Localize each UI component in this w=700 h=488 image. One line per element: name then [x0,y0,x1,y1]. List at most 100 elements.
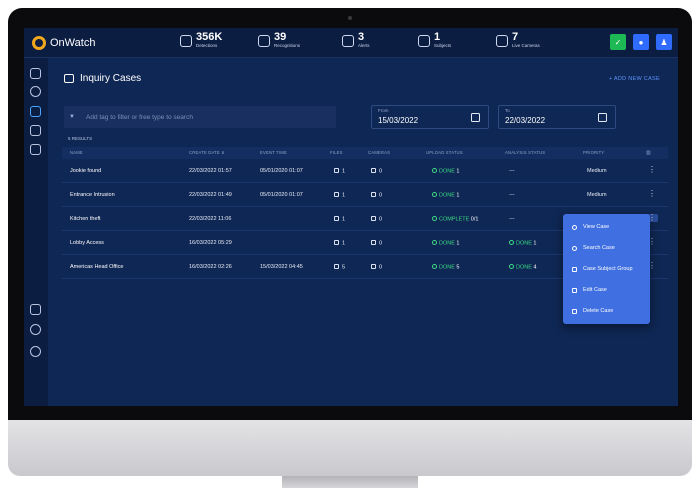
files-count: 1 [342,192,346,199]
date-to-label: To [505,108,510,113]
menu-item-view-case[interactable]: View Case [572,224,609,230]
logo-icon [32,36,46,50]
analysis-status: --- [509,216,515,222]
recognitions-icon [258,34,270,47]
date-from-field[interactable]: From 15/03/2022 [371,105,489,129]
inquiry-icon [64,74,74,83]
user-menu-button[interactable]: ♟ [656,34,672,50]
flag-icon [371,216,376,221]
edit-icon [572,287,577,293]
sidebar-item-watchlist[interactable] [30,125,41,136]
case-name: Entrance Intrusion [70,192,115,198]
notifications-button[interactable]: ● [633,34,649,50]
analysis-status: DONE [516,240,532,247]
stat-subjects[interactable]: 1 Subjects [418,32,451,49]
files-count: 1 [342,240,346,247]
date-to-value: 22/03/2022 [505,116,546,125]
sidebar-item-camera[interactable] [30,68,41,79]
sidebar [24,58,48,406]
case-name: Lobby Access [70,240,104,246]
upload-status: COMPLETE [439,216,470,223]
stat-alerts[interactable]: 3 Alerts [342,32,370,49]
analysis-count: 4 [533,264,537,271]
stat-detections[interactable]: 356K Detections [180,32,222,49]
files-count: 1 [342,168,346,175]
analysis-count: 1 [533,240,537,247]
table-row[interactable]: Entrance Intrusion 22/03/2022 01:49 05/0… [62,183,668,207]
alerts-icon [342,34,354,47]
column-header-event-time[interactable]: EVENT TIME [260,150,287,155]
column-header-cameras[interactable]: CAMERAS [368,150,390,155]
upload-count: 1 [456,168,460,175]
date-to-field[interactable]: To 22/03/2022 [498,105,616,129]
search-bar[interactable]: ▼ [64,106,336,128]
file-icon [334,168,339,173]
column-header-files[interactable]: FILES [330,150,343,155]
sidebar-item-settings[interactable] [30,346,41,357]
upload-count: 0/1 [470,216,479,223]
case-name: Kitchen theft [70,216,101,222]
top-bar: OnWatch 356K Detections 39 Recognitions 3A… [24,28,678,58]
monitor-chin [8,420,692,476]
upload-done-icon [432,192,437,197]
date-from-value: 15/03/2022 [378,116,419,125]
column-header-name[interactable]: NAME [70,150,83,155]
stat-recognitions[interactable]: 39 Recognitions [258,32,300,49]
file-icon [334,192,339,197]
menu-item-search-case[interactable]: Search Case [572,245,615,251]
analysis-status: DONE [516,264,532,271]
column-header-create-date[interactable]: CREATE DATE ⬇ [189,150,225,155]
upload-count: 1 [456,192,460,199]
flag-icon [371,192,376,197]
event-time: 15/03/2022 04:45 [260,264,303,270]
bell-icon: ● [638,37,644,47]
sidebar-item-video-wall[interactable] [30,304,41,315]
status-check-button[interactable]: ✓ [610,34,626,50]
analysis-done-icon [509,264,514,269]
file-icon [334,264,339,269]
user-icon: ♟ [660,37,668,47]
calendar-icon[interactable] [598,113,607,122]
status-check-icon: ✓ [614,37,622,47]
row-actions-button[interactable]: ⋮ [648,190,656,198]
sidebar-item-history[interactable] [30,324,41,335]
detections-icon [180,34,192,47]
menu-item-edit-case[interactable]: Edit Case [572,287,607,293]
priority: Medium [587,168,607,174]
analysis-done-icon [509,240,514,245]
create-date: 16/03/2022 02:26 [189,264,232,270]
cameras-count: 0 [379,240,383,247]
search-input[interactable] [86,110,326,124]
create-date: 16/03/2022 05:29 [189,240,232,246]
files-count: 5 [342,264,346,271]
subjects-icon [418,34,430,47]
menu-item-case-subject-group[interactable]: Case Subject Group [572,266,633,272]
column-header-priority[interactable]: PRIORITY [583,150,604,155]
sidebar-item-reports[interactable] [30,144,41,155]
monitor-stand [282,476,418,488]
column-header-upload-status[interactable]: UPLOAD STATUS [426,150,463,155]
add-new-case-button[interactable]: + ADD NEW CASE [609,76,660,82]
sidebar-item-inquiry[interactable] [30,106,41,117]
columns-settings-icon[interactable]: ▥ [646,150,651,156]
app-screen: OnWatch 356K Detections 39 Recognitions 3A… [24,28,678,406]
trash-icon [572,308,577,314]
upload-complete-icon [432,216,437,221]
table-row[interactable]: Jookie found 22/03/2022 01:57 05/01/2020… [62,159,668,183]
menu-item-delete-case[interactable]: Delete Case [572,308,613,314]
webcam [348,16,352,20]
row-actions-menu: View Case Search Case Case Subject Group… [563,214,650,324]
row-actions-button[interactable]: ⋮ [648,166,656,174]
column-header-analysis-status[interactable]: ANALYSIS STATUS [505,150,545,155]
sidebar-item-search[interactable] [30,86,41,97]
cameras-count: 0 [379,264,383,271]
upload-done-icon [432,168,437,173]
analysis-status: --- [509,192,515,198]
calendar-icon[interactable] [471,113,480,122]
filter-icon: ▼ [69,114,75,120]
case-name: Americas Head Office [70,264,124,270]
file-icon [334,240,339,245]
create-date: 22/03/2022 01:49 [189,192,232,198]
stat-live-cameras[interactable]: 7 Live Cameras [496,32,540,49]
event-time: 05/01/2020 01:07 [260,168,303,174]
